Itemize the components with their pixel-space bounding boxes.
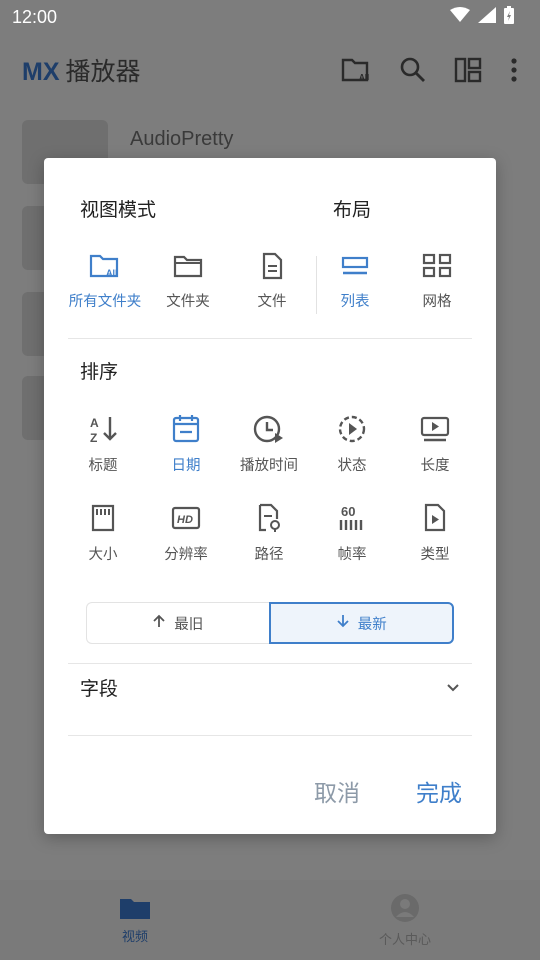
sort-length-option[interactable]: 长度 xyxy=(390,414,480,475)
app-title: 播放器 xyxy=(65,57,141,86)
clock-play-icon xyxy=(252,414,286,444)
sort-newest-label: 最新 xyxy=(357,616,387,633)
wifi-icon xyxy=(450,7,470,27)
sort-az-icon: AZ xyxy=(86,414,120,444)
layout-title: 布局 xyxy=(333,199,372,221)
bottom-nav: 视频 个人中心 xyxy=(0,880,540,960)
nav-profile-label: 个人中心 xyxy=(378,932,431,948)
search-icon[interactable] xyxy=(400,57,426,83)
profile-icon xyxy=(390,893,420,927)
option-label: 播放时间 xyxy=(240,458,298,474)
option-label: 路径 xyxy=(254,547,284,563)
list-item-title: AudioPretty xyxy=(130,128,234,150)
sort-oldest-button[interactable]: 最旧 xyxy=(86,602,269,644)
fps-60-icon: 60 xyxy=(335,503,369,533)
view-mode-title: 视图模式 xyxy=(80,199,157,221)
view-mode-files[interactable]: 文件 xyxy=(227,252,317,311)
more-icon[interactable] xyxy=(510,57,518,83)
svg-text:All: All xyxy=(106,268,118,278)
status-play-icon xyxy=(335,414,369,444)
status-time: 12:00 xyxy=(12,6,58,27)
nav-videos[interactable]: 视频 xyxy=(0,880,270,960)
divider xyxy=(68,663,472,664)
status-bar: 12:00 xyxy=(0,0,540,34)
logo-mx: MX xyxy=(22,58,60,86)
sort-size-option[interactable]: 大小 xyxy=(58,503,148,564)
sort-title: 排序 xyxy=(80,361,119,383)
sd-card-icon xyxy=(86,503,120,533)
layout-icon[interactable] xyxy=(454,57,482,83)
length-icon xyxy=(418,414,452,444)
option-label: 文件夹 xyxy=(166,294,210,310)
svg-text:A: A xyxy=(90,416,99,430)
option-label: 类型 xyxy=(420,547,450,563)
sort-resolution-option[interactable]: HD 分辨率 xyxy=(141,503,231,564)
svg-text:All: All xyxy=(359,73,369,82)
divider xyxy=(68,735,472,736)
layout-list[interactable]: 列表 xyxy=(310,252,400,311)
path-icon xyxy=(252,503,286,533)
divider xyxy=(68,338,472,339)
view-mode-all-folders[interactable]: All 所有文件夹 xyxy=(60,252,150,311)
svg-text:HD: HD xyxy=(177,514,193,526)
option-label: 帧率 xyxy=(337,547,367,563)
sort-order-toggle: 最旧 最新 xyxy=(86,602,454,644)
nav-profile[interactable]: 个人中心 xyxy=(270,880,540,960)
option-label: 标题 xyxy=(88,458,118,474)
hd-icon: HD xyxy=(169,503,203,533)
calendar-icon xyxy=(169,414,203,444)
list-icon xyxy=(338,252,372,280)
option-label: 所有文件夹 xyxy=(68,294,142,310)
cancel-button[interactable]: 取消 xyxy=(314,774,360,808)
arrow-up-icon xyxy=(152,614,166,632)
layout-grid[interactable]: 网格 xyxy=(392,252,482,311)
sort-status-option[interactable]: 状态 xyxy=(307,414,397,475)
all-folders-icon[interactable]: All xyxy=(340,56,372,84)
option-label: 分辨率 xyxy=(164,547,208,563)
sort-type-option[interactable]: 类型 xyxy=(390,503,480,564)
sort-date-option[interactable]: 日期 xyxy=(141,414,231,475)
view-mode-folders[interactable]: 文件夹 xyxy=(143,252,233,311)
option-label: 状态 xyxy=(337,458,367,474)
chevron-down-icon[interactable] xyxy=(446,678,460,697)
sort-fps-option[interactable]: 60 帧率 xyxy=(307,503,397,564)
option-label: 日期 xyxy=(171,458,201,474)
app-logo: MX 播放器 xyxy=(22,52,141,88)
battery-icon xyxy=(504,6,514,28)
type-icon xyxy=(418,503,452,533)
folder-icon xyxy=(119,896,151,924)
svg-text:60: 60 xyxy=(341,504,355,519)
status-icons xyxy=(450,6,514,28)
svg-text:Z: Z xyxy=(90,431,97,444)
fields-title: 字段 xyxy=(80,678,119,700)
folder-icon xyxy=(171,252,205,280)
sort-newest-button[interactable]: 最新 xyxy=(268,602,454,644)
arrow-down-icon xyxy=(336,614,350,632)
signal-icon xyxy=(478,7,496,27)
sort-play-time-option[interactable]: 播放时间 xyxy=(224,414,314,475)
option-label: 大小 xyxy=(88,547,118,563)
all-folders-icon: All xyxy=(88,252,122,280)
option-label: 长度 xyxy=(420,458,450,474)
option-label: 列表 xyxy=(340,294,370,310)
sort-path-option[interactable]: 路径 xyxy=(224,503,314,564)
sort-title-option[interactable]: AZ 标题 xyxy=(58,414,148,475)
nav-videos-label: 视频 xyxy=(121,929,148,945)
file-icon xyxy=(255,252,289,280)
fields-expander[interactable]: 字段 xyxy=(80,674,460,701)
sort-oldest-label: 最旧 xyxy=(174,616,204,633)
done-button[interactable]: 完成 xyxy=(416,774,462,808)
option-label: 文件 xyxy=(257,294,287,310)
app-bar: MX 播放器 All xyxy=(0,40,540,100)
grid-icon xyxy=(420,252,454,280)
option-label: 网格 xyxy=(422,294,452,310)
view-settings-dialog: 视图模式 布局 All 所有文件夹 文件夹 文件 列表 网格 排序 A Z 标题… xyxy=(44,158,496,834)
